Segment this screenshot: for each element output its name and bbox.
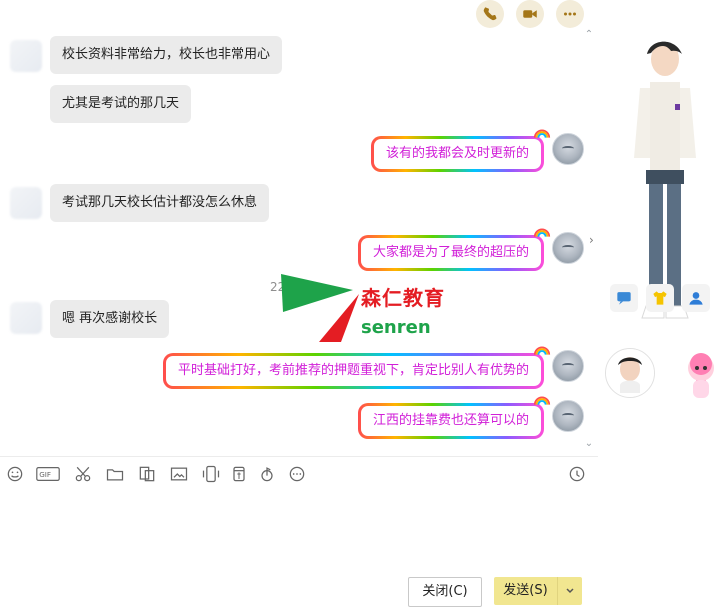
rainbow-icon (533, 228, 551, 237)
contact-avatar-blurred (10, 302, 42, 334)
profile-tools (610, 284, 710, 312)
rainbow-icon (533, 129, 551, 138)
composer-toolbar: GIF (0, 456, 598, 489)
red-packet-icon (233, 466, 245, 482)
message-left: 校长资料非常给力，校长也非常用心 (50, 36, 283, 74)
pet-illustration (688, 353, 714, 398)
profile-panel (598, 0, 727, 616)
shake-icon (202, 465, 220, 483)
message-right: 江西的挂靠费也还算可以的 (358, 396, 551, 439)
gif-label: GIF (39, 470, 51, 479)
overlay-title: 森仁教育 (361, 286, 445, 310)
self-avatar (552, 133, 584, 165)
chat-bubble-icon (617, 292, 631, 305)
doc-button[interactable] (136, 463, 158, 485)
scroll-down-icon[interactable]: ⌄ (583, 438, 595, 450)
more-icon (289, 466, 305, 482)
message-right-text: 该有的我都会及时更新的 (385, 146, 529, 161)
overlay-subtitle: senren (361, 317, 431, 338)
history-button[interactable] (566, 463, 588, 485)
scroll-up-icon[interactable]: ⌃ (583, 29, 595, 41)
contact-avatar-blurred (10, 40, 42, 72)
red-packet-button[interactable] (228, 463, 250, 485)
phone-call-button[interactable] (476, 0, 504, 28)
message-left: 嗯 再次感谢校长 (50, 300, 170, 338)
chevron-right-icon[interactable]: › (589, 233, 597, 247)
folder-icon (106, 469, 124, 481)
message-right: 该有的我都会及时更新的 (371, 129, 551, 172)
message-right-text: 江西的挂靠费也还算可以的 (372, 413, 529, 428)
close-button[interactable]: 关闭(C) (408, 577, 482, 607)
image-button[interactable] (168, 463, 190, 485)
chevron-down-icon (566, 588, 574, 594)
emoji-icon (7, 466, 23, 482)
message-right-text: 大家都是为了最终的超压的 (372, 245, 529, 260)
history-icon (569, 466, 585, 482)
profile-avatar-image (606, 349, 654, 397)
emoji-button[interactable] (4, 463, 26, 485)
more-actions-button[interactable] (556, 0, 584, 28)
screenshot-button[interactable] (72, 463, 94, 485)
gif-button[interactable]: GIF (36, 463, 60, 485)
music-button[interactable] (256, 463, 278, 485)
phone-icon (483, 7, 497, 21)
message-right: 大家都是为了最终的超压的 (358, 228, 551, 271)
send-options-button[interactable] (557, 577, 582, 605)
profile-button[interactable] (682, 284, 710, 312)
message-left: 尤其是考试的那几天 (50, 85, 192, 123)
scissors-icon (75, 466, 91, 482)
video-call-button[interactable] (516, 0, 544, 28)
rainbow-icon (533, 346, 551, 355)
user-icon (689, 292, 703, 305)
self-avatar (552, 350, 584, 382)
top-actions (476, 0, 584, 28)
rainbow-icon (533, 396, 551, 405)
chat-panel: 校长资料非常给力，校长也非常用心 尤其是考试的那几天 该有的我都会及时更新的 考… (0, 0, 599, 616)
music-icon (261, 467, 273, 482)
logo-mark-icon (281, 274, 359, 342)
video-camera-icon (523, 10, 537, 18)
chat-bubble-button[interactable] (610, 284, 638, 312)
message-left: 考试那几天校长估计都没怎么休息 (50, 184, 270, 222)
shirt-icon (653, 291, 667, 305)
send-button-label: 发送(S) (503, 583, 548, 598)
image-icon (170, 467, 188, 481)
send-button[interactable]: 发送(S) (494, 577, 582, 605)
message-right: 平时基础打好，考前推荐的押题重视下，肯定比别人有优势的 (163, 346, 551, 389)
more-tools-button[interactable] (286, 463, 308, 485)
message-right-text: 平时基础打好，考前推荐的押题重视下，肯定比别人有优势的 (177, 363, 529, 378)
overlay-watermark: 森仁教育 senren (281, 270, 461, 342)
contact-avatar-blurred (10, 187, 42, 219)
more-dots-icon (564, 12, 576, 16)
outfit-button[interactable] (646, 284, 674, 312)
screenshot-icon (139, 466, 155, 482)
shake-button[interactable] (200, 463, 222, 485)
self-avatar (552, 232, 584, 264)
self-avatar (552, 400, 584, 432)
file-button[interactable] (104, 463, 126, 485)
profile-avatar[interactable] (605, 348, 655, 398)
gif-icon: GIF (36, 467, 60, 481)
